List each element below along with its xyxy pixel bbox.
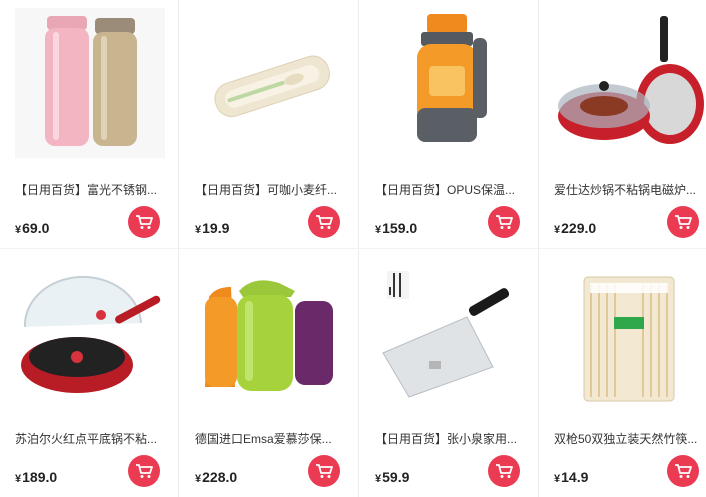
product-image[interactable]: [554, 8, 704, 158]
product-image[interactable]: [554, 257, 704, 407]
product-title[interactable]: 苏泊尔火红点平底锅不粘...: [15, 430, 167, 447]
product-card[interactable]: 【日用百货】可咖小麦纤... ¥19.9: [195, 0, 359, 248]
product-title[interactable]: 【日用百货】可咖小麦纤...: [195, 181, 347, 198]
product-card[interactable]: 【日用百货】OPUS保温... ¥159.0: [375, 0, 539, 248]
product-price: ¥19.9: [195, 220, 230, 236]
product-image[interactable]: [375, 8, 525, 158]
add-to-cart-button[interactable]: [308, 455, 340, 487]
product-title[interactable]: 【日用百货】OPUS保温...: [375, 181, 527, 198]
cart-icon: [316, 464, 333, 478]
product-image[interactable]: [375, 257, 525, 407]
add-to-cart-button[interactable]: [667, 206, 699, 238]
cart-icon: [675, 215, 692, 229]
product-card[interactable]: 【日用百货】富光不锈钢... ¥69.0: [15, 0, 179, 248]
product-image[interactable]: [195, 8, 345, 158]
product-title[interactable]: 【日用百货】张小泉家用...: [375, 430, 527, 447]
add-to-cart-button[interactable]: [128, 455, 160, 487]
add-to-cart-button[interactable]: [308, 206, 340, 238]
product-image[interactable]: [195, 257, 345, 407]
product-card[interactable]: 【日用百货】张小泉家用... ¥59.9: [375, 249, 539, 497]
product-price: ¥228.0: [195, 469, 238, 485]
cart-icon: [136, 464, 153, 478]
product-price: ¥14.9: [554, 469, 589, 485]
product-title[interactable]: 双枪50双独立装天然竹筷...: [554, 430, 706, 447]
product-title[interactable]: 【日用百货】富光不锈钢...: [15, 181, 167, 198]
cart-icon: [496, 215, 513, 229]
product-title[interactable]: 德国进口Emsa爱慕莎保...: [195, 430, 347, 447]
product-card[interactable]: 苏泊尔火红点平底锅不粘... ¥189.0: [15, 249, 179, 497]
product-grid: 【日用百货】富光不锈钢... ¥69.0 【日用百货】可咖小麦纤... ¥19.…: [0, 0, 706, 497]
cart-icon: [496, 464, 513, 478]
product-card[interactable]: 爱仕达炒锅不粘锅电磁炉... ¥229.0: [554, 0, 706, 248]
product-price: ¥229.0: [554, 220, 597, 236]
add-to-cart-button[interactable]: [488, 206, 520, 238]
product-title[interactable]: 爱仕达炒锅不粘锅电磁炉...: [554, 181, 706, 198]
product-price: ¥59.9: [375, 469, 410, 485]
product-image[interactable]: [15, 257, 165, 407]
product-image[interactable]: [15, 8, 165, 158]
add-to-cart-button[interactable]: [488, 455, 520, 487]
product-card[interactable]: 德国进口Emsa爱慕莎保... ¥228.0: [195, 249, 359, 497]
add-to-cart-button[interactable]: [667, 455, 699, 487]
product-card[interactable]: 双枪50双独立装天然竹筷... ¥14.9: [554, 249, 706, 497]
product-price: ¥159.0: [375, 220, 418, 236]
cart-icon: [316, 215, 333, 229]
add-to-cart-button[interactable]: [128, 206, 160, 238]
product-price: ¥189.0: [15, 469, 58, 485]
product-price: ¥69.0: [15, 220, 50, 236]
cart-icon: [675, 464, 692, 478]
cart-icon: [136, 215, 153, 229]
